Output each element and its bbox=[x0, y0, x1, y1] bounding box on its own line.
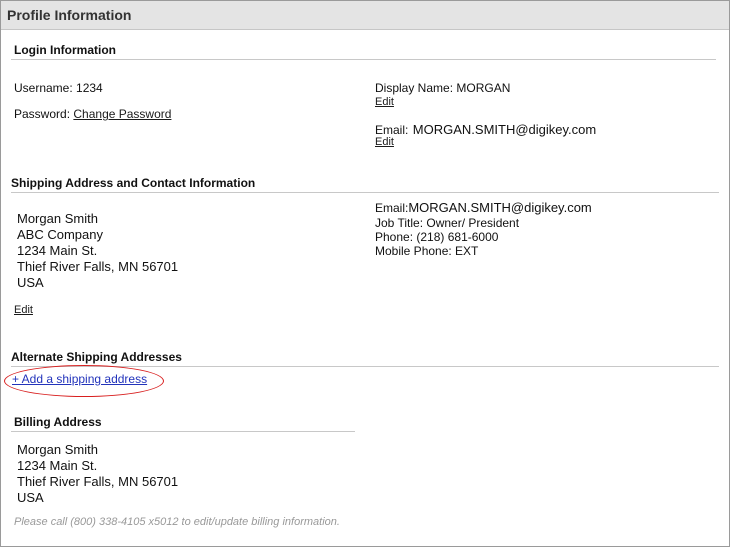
panel-header: Profile Information bbox=[1, 1, 729, 30]
display-name-row: Display Name: MORGAN bbox=[375, 81, 510, 95]
shipping-mobile-phone: Mobile Phone: EXT bbox=[375, 244, 479, 258]
panel-title: Profile Information bbox=[7, 7, 132, 23]
display-name-edit-link[interactable]: Edit bbox=[375, 96, 394, 108]
username-row: Username: 1234 bbox=[14, 81, 103, 95]
billing-street: 1234 Main St. bbox=[17, 458, 98, 473]
shipping-city: Thief River Falls, MN 56701 bbox=[17, 259, 179, 274]
shipping-address: Morgan Smith ABC Company 1234 Main St. T… bbox=[17, 211, 178, 291]
login-divider bbox=[11, 59, 716, 60]
shipping-phone: Phone: (218) 681-6000 bbox=[375, 230, 499, 244]
shipping-job-title: Job Title: Owner/ President bbox=[375, 216, 520, 230]
login-email-value: MORGAN.SMITH@digikey.com bbox=[412, 122, 597, 137]
change-password-link[interactable]: Change Password bbox=[73, 107, 171, 121]
billing-note: Please call (800) 338-4105 x5012 to edit… bbox=[14, 516, 340, 528]
billing-address: Morgan Smith 1234 Main St. Thief River F… bbox=[17, 442, 178, 506]
billing-divider bbox=[11, 431, 355, 432]
shipping-email-label: Email: bbox=[375, 201, 409, 215]
shipping-contact: Email:MORGAN.SMITH@digikey.com Job Title… bbox=[375, 200, 592, 258]
billing-country: USA bbox=[17, 490, 44, 505]
login-email-label: Email: bbox=[375, 123, 409, 137]
shipping-name: Morgan Smith bbox=[17, 211, 98, 226]
billing-name: Morgan Smith bbox=[17, 442, 98, 457]
billing-city: Thief River Falls, MN 56701 bbox=[17, 474, 179, 489]
shipping-company: ABC Company bbox=[17, 227, 103, 242]
password-label: Password: bbox=[14, 107, 71, 121]
username-label: Username: bbox=[14, 81, 73, 95]
login-email-row: Email: MORGAN.SMITH@digikey.com bbox=[375, 121, 596, 139]
password-row: Password: Change Password bbox=[14, 107, 171, 121]
shipping-edit-link[interactable]: Edit bbox=[14, 304, 33, 316]
shipping-section-title: Shipping Address and Contact Information bbox=[11, 176, 256, 190]
alternate-shipping-title: Alternate Shipping Addresses bbox=[11, 350, 182, 364]
username-value: 1234 bbox=[76, 81, 103, 95]
display-name-label: Display Name: bbox=[375, 81, 454, 95]
shipping-street: 1234 Main St. bbox=[17, 243, 98, 258]
login-email-edit-link[interactable]: Edit bbox=[375, 136, 394, 148]
highlight-circle bbox=[4, 365, 164, 397]
display-name-value: MORGAN bbox=[456, 81, 511, 95]
billing-section-title: Billing Address bbox=[14, 415, 102, 429]
shipping-divider bbox=[11, 192, 719, 193]
login-section-title: Login Information bbox=[14, 43, 116, 57]
shipping-country: USA bbox=[17, 275, 44, 290]
shipping-email-value: MORGAN.SMITH@digikey.com bbox=[408, 200, 592, 215]
